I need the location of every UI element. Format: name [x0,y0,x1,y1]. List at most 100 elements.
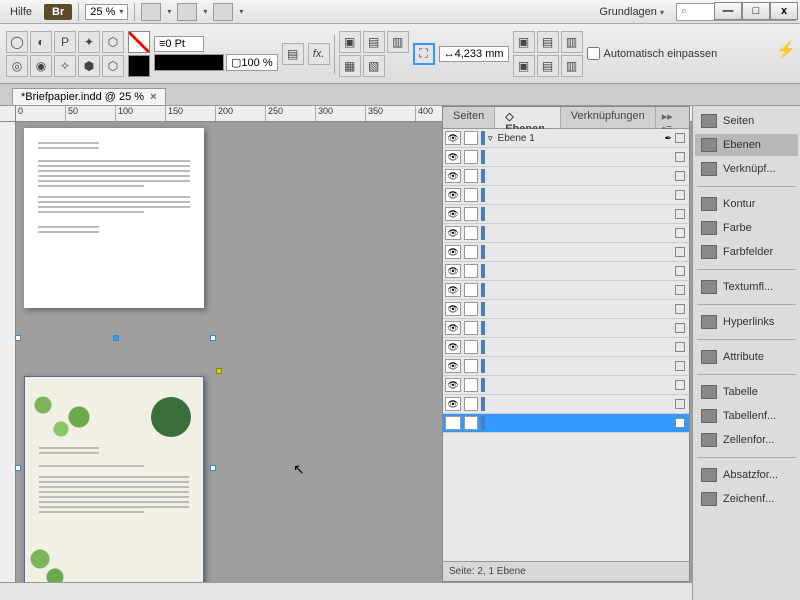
lightning-icon[interactable]: ⚡ [776,40,796,60]
sidebar-item[interactable]: Hyperlinks [695,311,798,333]
selection-square[interactable] [675,209,685,219]
fit-icon[interactable]: ▥ [561,31,583,53]
selection-square[interactable] [675,266,685,276]
bridge-badge[interactable]: Br [44,4,72,20]
layer-row[interactable]: 👁 [443,224,689,243]
wrap-icon[interactable]: ▤ [363,31,385,53]
close-tab-icon[interactable]: × [150,91,156,103]
visibility-toggle-icon[interactable]: 👁 [445,264,461,278]
fit-icon[interactable]: ▣ [513,31,535,53]
visibility-toggle-icon[interactable]: 👁 [445,321,461,335]
lock-toggle[interactable] [464,226,478,240]
lock-toggle[interactable] [464,283,478,297]
sidebar-item[interactable]: Kontur [695,193,798,215]
selection-square[interactable] [675,342,685,352]
sidebar-item[interactable]: Tabellenf... [695,405,798,427]
help-menu[interactable]: Hilfe [4,4,38,20]
selection-square[interactable] [675,171,685,181]
selection-square[interactable] [675,380,685,390]
layer-list[interactable]: 👁▿Ebene 1✒👁👁👁👁👁👁👁👁👁👁👁👁👁👁👁 [443,129,689,561]
layer-row[interactable]: 👁 [443,376,689,395]
tool-icon[interactable]: ⬢ [78,55,100,77]
fx-text-icon[interactable]: fx. [308,43,330,65]
layer-row[interactable]: 👁 [443,167,689,186]
zoom-field[interactable]: 25 %▾ [85,4,128,20]
lock-toggle[interactable] [464,150,478,164]
sidebar-item[interactable]: Verknüpf... [695,158,798,180]
tool-icon[interactable]: ⬡ [102,31,124,53]
sidebar-item[interactable]: Ebenen [695,134,798,156]
sidebar-item[interactable]: Absatzfor... [695,464,798,486]
vertical-ruler[interactable] [0,122,16,600]
visibility-toggle-icon[interactable]: 👁 [445,378,461,392]
layer-row[interactable]: 👁 [443,243,689,262]
sidebar-item[interactable]: Zellenfor... [695,429,798,451]
layer-row[interactable]: 👁 [443,205,689,224]
fit-icon[interactable]: ▣ [513,55,535,77]
layer-row[interactable]: 👁 [443,319,689,338]
layer-row[interactable]: 👁 [443,414,689,433]
panel-collapse-icon[interactable]: ▸▸ ▪≡ [656,107,689,128]
layer-row[interactable]: 👁 [443,281,689,300]
layer-row[interactable]: 👁 [443,148,689,167]
wrap-icon[interactable]: ▥ [387,31,409,53]
layer-row[interactable]: 👁 [443,357,689,376]
selection-square[interactable] [675,228,685,238]
selection-square[interactable] [675,399,685,409]
tool-icon[interactable]: ⬡ [102,55,124,77]
layer-row[interactable]: 👁 [443,186,689,205]
visibility-toggle-icon[interactable]: 👁 [445,302,461,316]
maximize-button[interactable]: □ [742,2,770,20]
frame-fit-icon[interactable]: ⛶ [413,43,435,65]
selection-square[interactable] [675,304,685,314]
lock-toggle[interactable] [464,131,478,145]
wrap-icon[interactable]: ▣ [339,31,361,53]
arrange-icon[interactable] [213,3,233,21]
fit-icon[interactable]: ▤ [537,31,559,53]
sidebar-item[interactable]: Zeichenf... [695,488,798,510]
stroke-weight-field[interactable]: ≡ 0 Pt [154,36,204,52]
lock-toggle[interactable] [464,359,478,373]
page-2-preview[interactable] [24,376,204,596]
ruler-origin[interactable] [0,106,16,122]
scale-field[interactable]: ▢ 100 % [226,54,278,71]
sidebar-item[interactable]: Farbe [695,217,798,239]
lock-toggle[interactable] [464,188,478,202]
lock-toggle[interactable] [464,302,478,316]
visibility-toggle-icon[interactable]: 👁 [445,207,461,221]
stroke-swatch[interactable] [128,55,150,77]
lock-toggle[interactable] [464,245,478,259]
selection-square[interactable] [675,133,685,143]
document-tab[interactable]: *Briefpapier.indd @ 25 % × [12,88,166,105]
fit-icon[interactable]: ▤ [537,55,559,77]
page-1-preview[interactable] [24,128,204,308]
visibility-toggle-icon[interactable]: 👁 [445,416,461,430]
selection-square[interactable] [675,323,685,333]
lock-toggle[interactable] [464,378,478,392]
view-mode-icon[interactable] [141,3,161,21]
fill-swatch[interactable] [128,31,150,53]
selection-square[interactable] [675,285,685,295]
tool-icon[interactable]: ◉ [30,55,52,77]
dimension-field[interactable]: ↔ 4,233 mm [439,46,509,62]
selection-square[interactable] [675,247,685,257]
sidebar-item[interactable]: Tabelle [695,381,798,403]
layer-row[interactable]: 👁 [443,338,689,357]
autofit-checkbox[interactable]: Automatisch einpassen [587,47,718,60]
tab-links[interactable]: Verknüpfungen [561,107,656,128]
fit-icon[interactable]: ▥ [561,55,583,77]
visibility-toggle-icon[interactable]: 👁 [445,131,461,145]
p-tool-icon[interactable]: P [54,31,76,53]
minimize-button[interactable]: — [714,2,742,20]
lock-toggle[interactable] [464,264,478,278]
lock-toggle[interactable] [464,340,478,354]
lock-toggle[interactable] [464,207,478,221]
sidebar-item[interactable]: Attribute [695,346,798,368]
visibility-toggle-icon[interactable]: 👁 [445,169,461,183]
visibility-toggle-icon[interactable]: 👁 [445,359,461,373]
close-button[interactable]: x [770,2,798,20]
visibility-toggle-icon[interactable]: 👁 [445,245,461,259]
visibility-toggle-icon[interactable]: 👁 [445,283,461,297]
tool-icon[interactable]: ✧ [54,55,76,77]
tool-icon[interactable]: ◯ [6,31,28,53]
